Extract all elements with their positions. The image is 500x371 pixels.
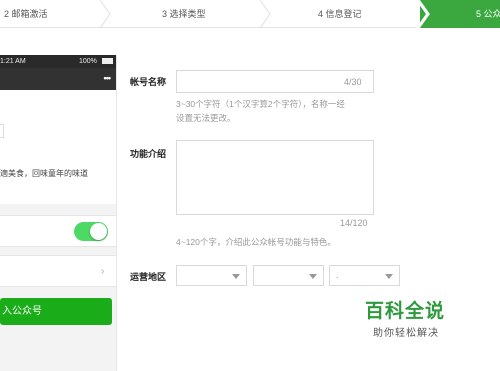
status-time: 1:21 AM xyxy=(0,58,26,65)
account-name-hint-line1: 3~30个字符（1个汉字算2个字符），名称一经 xyxy=(176,99,345,109)
message-toggle-row xyxy=(0,215,116,247)
region-label: 运营地区 xyxy=(130,272,167,282)
region-country-select[interactable] xyxy=(176,265,247,286)
region-province-select[interactable] xyxy=(253,265,324,286)
step-active-arrow-icon xyxy=(416,0,430,28)
step-select-type: 3 选择类型 xyxy=(162,9,206,19)
step-progress-bar: 2 邮箱激活 3 选择类型 4 信息登记 5 公众 xyxy=(0,0,500,28)
intro-hint: 4~120个字，介绍此公众帐号功能与特色。 xyxy=(176,237,336,247)
more-menu-icon[interactable]: ••• xyxy=(104,73,112,83)
message-toggle[interactable] xyxy=(74,222,108,241)
chevron-right-icon: › xyxy=(101,266,105,277)
chevron-down-icon xyxy=(309,274,317,279)
phone-status-bar: 1:21 AM 100% xyxy=(0,55,116,68)
step-current-label: 5 公众 xyxy=(476,9,500,19)
battery-icon xyxy=(102,58,113,64)
watermark-title: 百科全说 xyxy=(365,301,446,322)
toggle-knob xyxy=(90,223,107,240)
phone-preview: 1:21 AM 100% ••• 適美食，回味童年的味道 › 入公众号 xyxy=(0,55,117,371)
history-row[interactable]: › xyxy=(0,255,116,287)
account-profile-card: 適美食，回味童年的味道 xyxy=(0,90,116,204)
step-separator-icon xyxy=(99,0,111,28)
follow-account-button[interactable]: 入公众号 xyxy=(0,298,112,325)
chevron-down-icon xyxy=(232,274,240,279)
region-city-select[interactable]: . xyxy=(329,265,400,286)
intro-label: 功能介绍 xyxy=(130,149,167,159)
watermark-subtitle: 助你轻松解决 xyxy=(373,328,439,339)
intro-counter: 14/120 xyxy=(340,218,368,228)
account-name-hint-line2: 设置无法更改。 xyxy=(176,113,236,123)
account-name-hint: 3~30个字符（1个汉字算2个字符），名称一经 设置无法更改。 xyxy=(176,97,345,125)
step-info-registration: 4 信息登记 xyxy=(318,9,362,19)
account-name-label: 帐号名称 xyxy=(130,77,167,87)
account-name-cursor xyxy=(0,124,4,138)
step-email-activation: 2 邮箱激活 xyxy=(4,9,48,19)
step-current: 5 公众 xyxy=(420,0,500,28)
intro-textarea[interactable] xyxy=(176,140,374,215)
step-separator-icon xyxy=(259,0,271,28)
account-name-counter: 4/30 xyxy=(344,77,362,87)
status-battery: 100% xyxy=(79,58,97,65)
account-description: 適美食，回味童年的味道 xyxy=(0,169,88,178)
chevron-down-icon xyxy=(385,274,393,279)
phone-header: ••• xyxy=(0,68,116,90)
region-city-value: . xyxy=(336,270,339,280)
